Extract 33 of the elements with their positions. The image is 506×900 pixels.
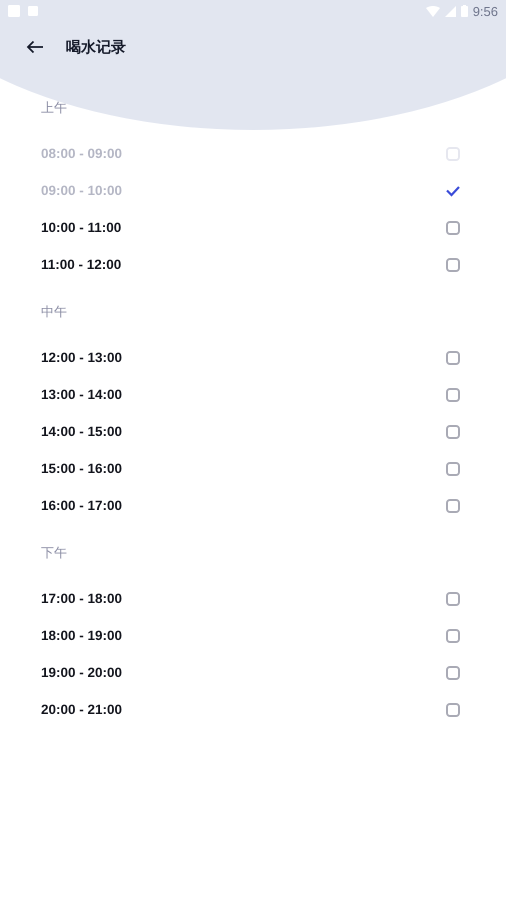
notification-icon xyxy=(28,6,38,16)
checkbox[interactable] xyxy=(446,220,460,234)
wifi-icon xyxy=(426,6,440,16)
section-label: 中午 xyxy=(41,304,67,322)
checkbox[interactable] xyxy=(446,592,460,606)
checkbox[interactable] xyxy=(446,350,460,364)
checkbox[interactable] xyxy=(446,666,460,680)
checkbox[interactable] xyxy=(446,462,460,476)
section-label: 下午 xyxy=(41,545,67,563)
time-slot: 10:00 - 11:00 xyxy=(41,220,122,235)
time-slot: 12:00 - 13:00 xyxy=(41,350,122,365)
time-slot: 16:00 - 17:00 xyxy=(41,498,122,513)
time-slot: 18:00 - 19:00 xyxy=(41,628,122,643)
section-label: 上午 xyxy=(41,100,67,118)
notification-icon xyxy=(8,5,20,17)
time-slot: 17:00 - 18:00 xyxy=(41,591,122,606)
time-slot: 15:00 - 16:00 xyxy=(41,461,122,476)
time-slot: 14:00 - 15:00 xyxy=(41,424,122,439)
page-title: 喝水记录 xyxy=(66,38,126,56)
time-slot: 09:00 - 10:00 xyxy=(41,183,122,198)
time-slot: 19:00 - 20:00 xyxy=(41,665,122,680)
time-slot: 11:00 - 12:00 xyxy=(41,257,122,272)
checkbox[interactable] xyxy=(446,388,460,402)
time-slot: 20:00 - 21:00 xyxy=(41,702,122,717)
checkbox[interactable] xyxy=(446,498,460,512)
checkbox[interactable] xyxy=(446,702,460,716)
time-slot: 08:00 - 09:00 xyxy=(41,146,122,161)
time-slot: 13:00 - 14:00 xyxy=(41,387,122,402)
checkbox[interactable] xyxy=(446,424,460,438)
status-time: 9:56 xyxy=(472,4,498,18)
checkbox[interactable] xyxy=(446,628,460,642)
checkbox[interactable] xyxy=(446,258,460,272)
signal-icon xyxy=(444,6,456,16)
